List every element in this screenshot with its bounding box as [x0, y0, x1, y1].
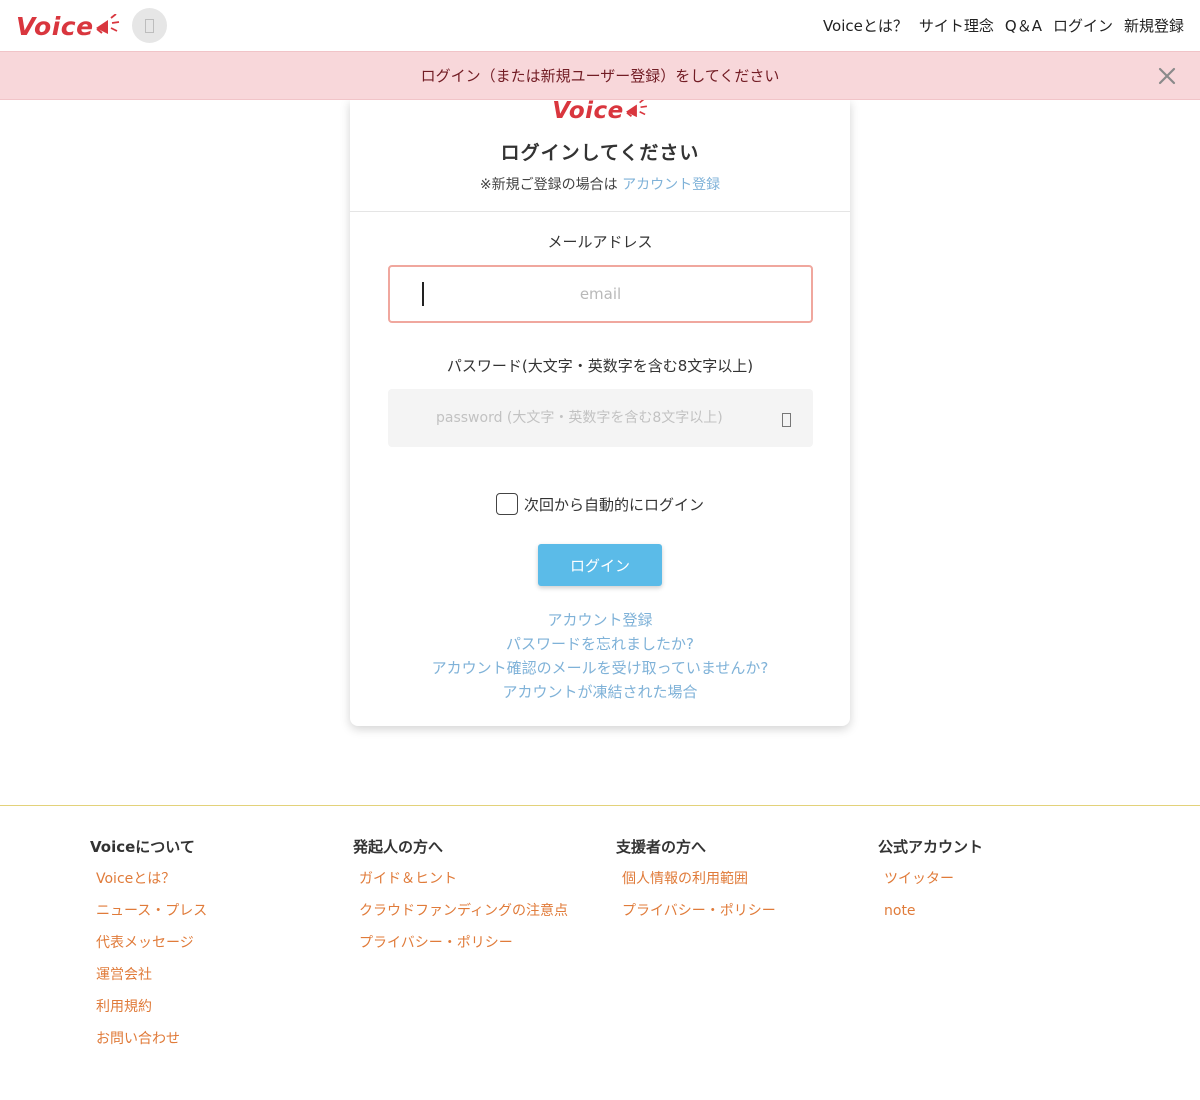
footer-heading: 支援者の方へ — [616, 838, 707, 856]
show-password-icon[interactable] — [782, 413, 791, 427]
footer-col-creators: 発起人の方へ ガイド＆ヒント クラウドファンディングの注意点 プライバシー・ポリ… — [353, 836, 568, 963]
nav-about[interactable]: Voiceとは？ — [823, 15, 908, 36]
footer-link[interactable]: クラウドファンディングの注意点 — [353, 899, 568, 931]
footer-link-note[interactable]: note — [878, 899, 983, 931]
footer-link[interactable]: お問い合わせ — [90, 1027, 207, 1059]
account-locked-link[interactable]: アカウントが凍結された場合 — [350, 680, 850, 704]
card-title: ログインしてください — [500, 142, 700, 164]
nav-login[interactable]: ログイン — [1053, 15, 1113, 36]
remember-label[interactable]: 次回から自動的にログイン — [524, 494, 704, 515]
footer-link[interactable]: 個人情報の利用範囲 — [616, 867, 776, 899]
nav-philosophy[interactable]: サイト理念 — [919, 15, 994, 36]
site-logo[interactable]: Voice — [16, 8, 120, 42]
footer-link[interactable]: プライバシー・ポリシー — [616, 899, 776, 931]
email-input[interactable] — [388, 265, 813, 323]
card-subtitle: ※新規ご登録の場合は アカウント登録 — [350, 174, 850, 194]
footer-heading: Voiceについて — [90, 838, 195, 856]
close-icon[interactable] — [1156, 65, 1178, 87]
nav-signup[interactable]: 新規登録 — [1124, 15, 1184, 36]
account-register-link[interactable]: アカウント登録 — [350, 608, 850, 632]
email-label: メールアドレス — [547, 233, 653, 251]
resend-confirmation-link[interactable]: アカウント確認のメールを受け取っていませんか? — [350, 656, 850, 680]
card-logo: Voice — [350, 98, 850, 124]
password-label: パスワード(大文字・英数字を含む8文字以上) — [446, 357, 754, 375]
card-divider — [350, 211, 850, 212]
header-nav: Voiceとは？ サイト理念 Q＆A ログイン 新規登録 — [823, 15, 1184, 36]
footer-col-about: Voiceについて Voiceとは？ ニュース・プレス 代表メッセージ 運営会社… — [90, 836, 207, 1059]
footer-link[interactable]: 利用規約 — [90, 995, 207, 1027]
footer-link-twitter[interactable]: ツイッター — [878, 867, 983, 899]
user-avatar[interactable] — [132, 8, 167, 43]
footer-col-official: 公式アカウント ツイッター note — [878, 836, 983, 931]
card-logo-text: Voice — [552, 98, 624, 124]
footer-link[interactable]: 運営会社 — [90, 963, 207, 995]
footer-link[interactable]: 代表メッセージ — [90, 931, 207, 963]
footer-heading: 発起人の方へ — [353, 838, 444, 856]
login-card: Voice ログインしてください ※新規ご登録の場合は アカウント登録 メールア… — [350, 98, 850, 726]
logo-text: Voice — [16, 12, 94, 41]
site-header: Voice Voiceとは？ サイト理念 Q＆A ログイン 新規登録 — [0, 0, 1200, 50]
subtitle-signup-link[interactable]: アカウント登録 — [622, 177, 720, 193]
text-caret — [422, 282, 424, 306]
footer-link[interactable]: Voiceとは？ — [90, 867, 207, 899]
subtitle-prefix: ※新規ご登録の場合は — [479, 177, 618, 193]
login-button[interactable]: ログイン — [538, 544, 662, 586]
footer-link[interactable]: ニュース・プレス — [90, 899, 207, 931]
footer-link[interactable]: ガイド＆ヒント — [353, 867, 568, 899]
footer-divider — [0, 805, 1200, 806]
account-links: アカウント登録 パスワードを忘れましたか? アカウント確認のメールを受け取ってい… — [350, 608, 850, 704]
remember-me: 次回から自動的にログイン — [350, 493, 850, 515]
megaphone-icon — [625, 99, 647, 118]
user-icon — [145, 18, 154, 33]
footer-heading: 公式アカウント — [878, 838, 984, 856]
password-input[interactable] — [388, 389, 813, 447]
alert-message: ログイン（または新規ユーザー登録）をしてください — [420, 67, 780, 85]
remember-checkbox[interactable] — [495, 493, 518, 515]
login-alert: ログイン（または新規ユーザー登録）をしてください — [0, 51, 1200, 100]
footer-col-supporters: 支援者の方へ 個人情報の利用範囲 プライバシー・ポリシー — [616, 836, 776, 931]
nav-qa[interactable]: Q＆A — [1005, 15, 1042, 36]
megaphone-icon — [95, 14, 119, 34]
forgot-password-link[interactable]: パスワードを忘れましたか? — [350, 632, 850, 656]
footer-link[interactable]: プライバシー・ポリシー — [353, 931, 568, 963]
